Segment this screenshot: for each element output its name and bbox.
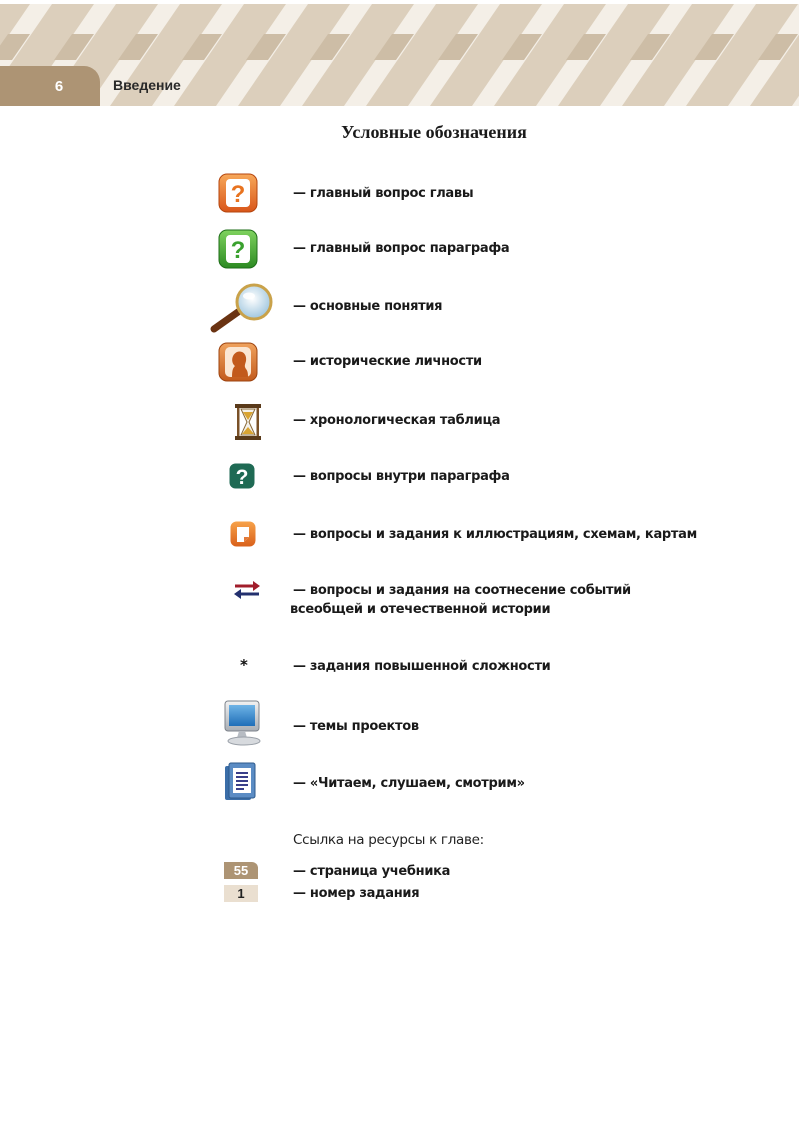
person-portrait-icon (218, 342, 258, 382)
legend-text: — главный вопрос параграфа (293, 241, 510, 256)
legend-text: — вопросы внутри параграфа (293, 469, 510, 484)
legend-text: — вопросы и задания к иллюстрациям, схем… (293, 527, 697, 542)
legend-text: — «Читаем, слушаем, смотрим» (293, 776, 525, 791)
exchange-arrows-icon (233, 580, 261, 600)
page-number: 6 (54, 77, 64, 95)
legend-text: — задания повышенной сложности (293, 659, 551, 674)
legend-text: — главный вопрос главы (293, 186, 474, 201)
page-number-badge: 55 (224, 862, 258, 879)
inner-question-icon: ? (229, 463, 255, 489)
task-number-badge: 1 (224, 885, 258, 902)
asterisk-icon: * (240, 656, 248, 674)
page-header: 6 Введение (0, 0, 799, 106)
legend-text-two-lines: — вопросы и задания на соотнесение событ… (290, 581, 631, 619)
legend-text-line2: всеобщей и отечественной истории (290, 602, 551, 617)
task-badge-text: — номер задания (293, 886, 420, 901)
legend-text: — основные понятия (293, 299, 443, 314)
reading-document-icon (223, 762, 261, 802)
svg-text:?: ? (231, 181, 246, 208)
chapter-question-icon: ? (218, 173, 258, 213)
legend-text: — хронологическая таблица (293, 413, 501, 428)
monitor-icon (222, 699, 266, 747)
page-title: Условные обозначения (341, 122, 527, 142)
legend-text: — темы проектов (293, 719, 419, 734)
page-number-tab: 6 (0, 66, 100, 106)
page-badge-text: — страница учебника (293, 864, 451, 879)
paragraph-question-icon: ? (218, 229, 258, 269)
hourglass-icon (234, 403, 262, 441)
svg-text:?: ? (236, 466, 249, 489)
illustration-task-icon (230, 521, 256, 547)
legend-text-line1: — вопросы и задания на соотнесение событ… (293, 583, 631, 598)
legend-text: — исторические личности (293, 354, 482, 369)
svg-text:?: ? (231, 237, 246, 264)
resources-heading: Ссылка на ресурсы к главе: (293, 832, 484, 848)
magnifier-icon (208, 282, 280, 334)
section-title: Введение (113, 77, 181, 93)
